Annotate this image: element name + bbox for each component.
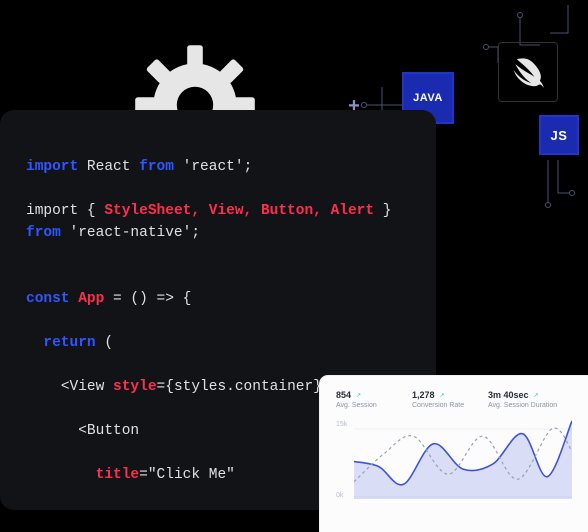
- metric-value: 1,278: [412, 390, 435, 400]
- metric-label: Avg. Session Duration: [488, 402, 557, 409]
- swift-icon: [498, 42, 558, 102]
- metric-label: Avg. Session: [336, 402, 394, 409]
- kw-from: from: [139, 159, 174, 175]
- id-app: App: [70, 291, 105, 307]
- kw-return: return: [26, 335, 96, 351]
- badge-js: JS: [539, 115, 579, 155]
- metric-value: 854: [336, 390, 351, 400]
- trend-up-icon: ↗: [439, 392, 445, 399]
- line-chart: 15k 0k: [354, 419, 572, 499]
- metric-avg-session: 854 ↗ Avg. Session: [336, 390, 394, 409]
- metric-conversion-rate: 1,278 ↗ Conversion Rate: [412, 390, 470, 409]
- y-axis-tick: 15k: [336, 421, 347, 428]
- import-names: StyleSheet, View, Button, Alert: [104, 203, 374, 219]
- trend-up-icon: ↗: [355, 392, 361, 399]
- attr-title: title: [26, 467, 139, 483]
- analytics-chart-card: 854 ↗ Avg. Session 1,278 ↗ Conversion Ra…: [320, 376, 588, 532]
- metric-session-duration: 3m 40sec ↗ Avg. Session Duration: [488, 390, 557, 409]
- kw-from: from: [26, 225, 61, 241]
- metric-label: Conversion Rate: [412, 402, 470, 409]
- attr-style: style: [113, 379, 157, 395]
- metric-value: 3m 40sec: [488, 390, 529, 400]
- y-axis-tick: 0k: [336, 492, 343, 499]
- chart-metrics: 854 ↗ Avg. Session 1,278 ↗ Conversion Ra…: [336, 390, 572, 409]
- kw-import: import: [26, 159, 78, 175]
- trend-up-icon: ↗: [533, 392, 539, 399]
- kw-const: const: [26, 291, 70, 307]
